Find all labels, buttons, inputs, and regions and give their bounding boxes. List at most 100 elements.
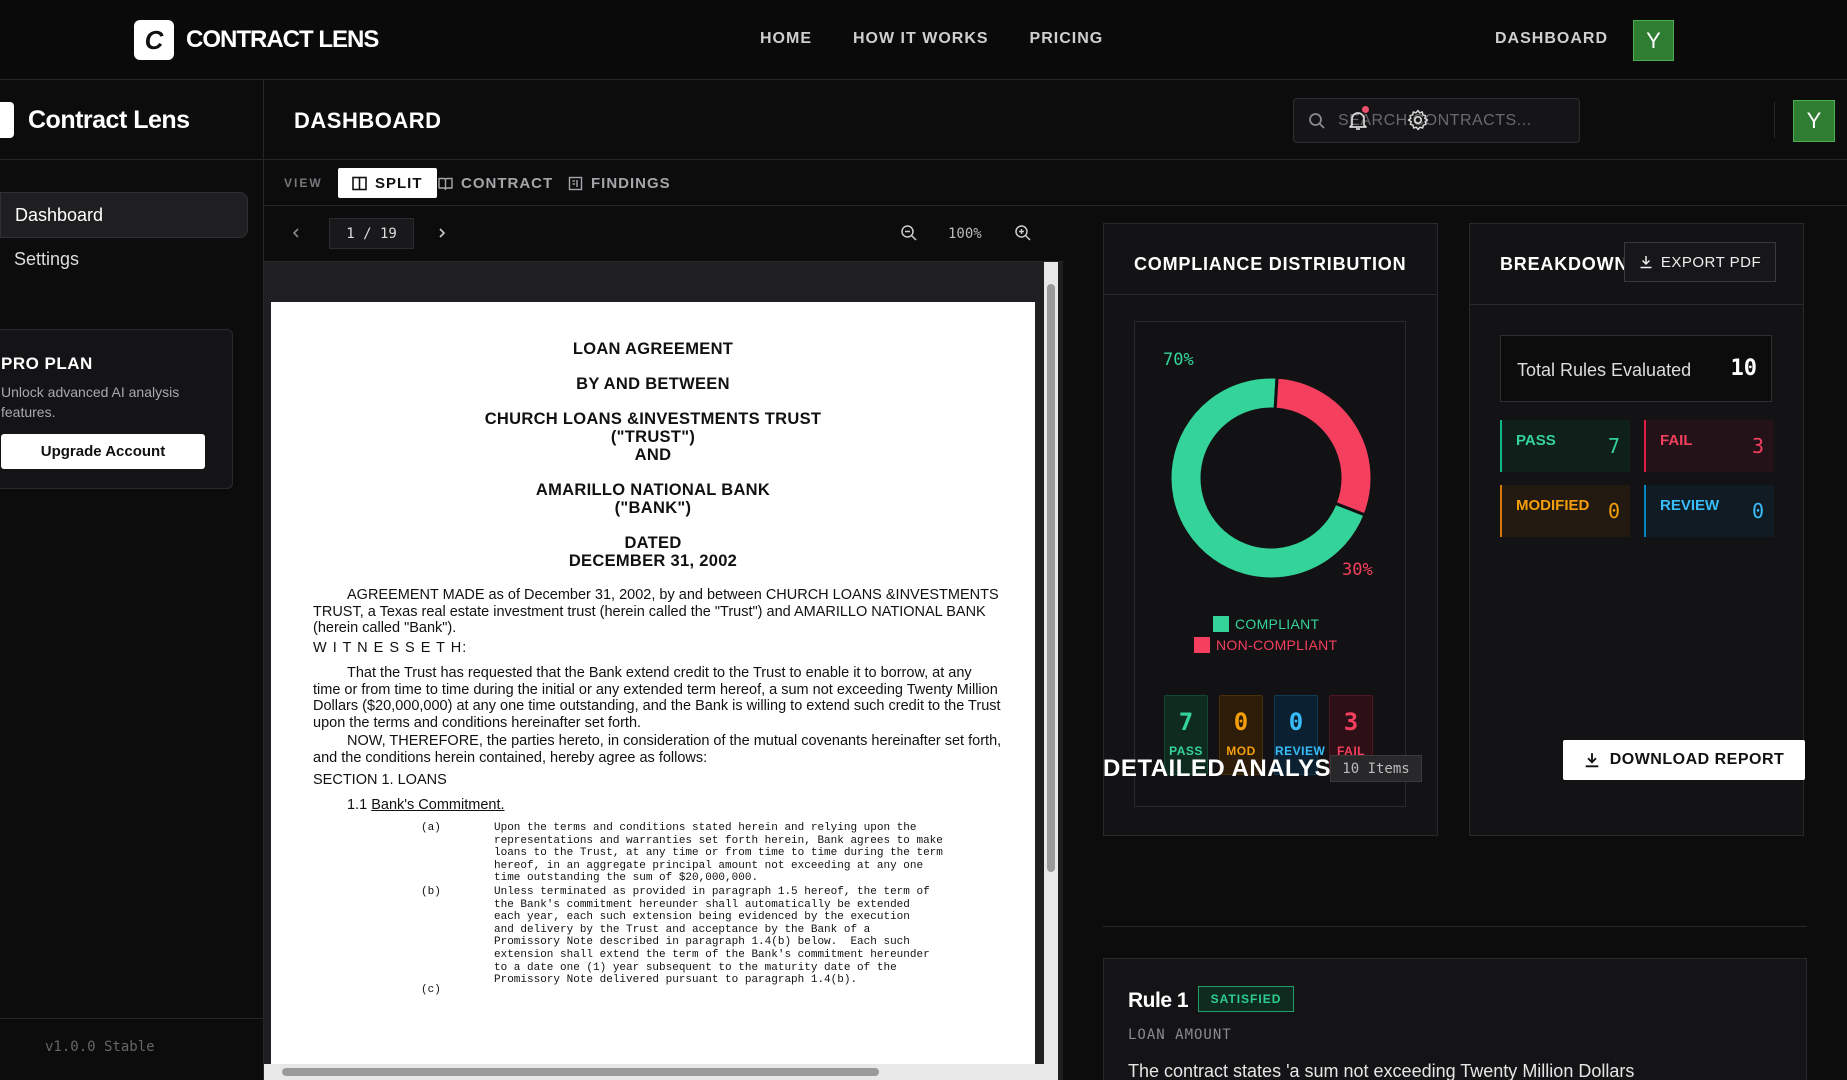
doc-subtitle: BY AND BETWEEN	[576, 375, 730, 393]
contract-page: LOAN AGREEMENT BY AND BETWEEN CHURCH LOA…	[271, 302, 1035, 1080]
doc-dated: DATED	[624, 534, 682, 552]
doc-clause-a-text: Upon the terms and conditions stated her…	[494, 822, 943, 885]
sidebar-footer: v1.0.0 Stable	[0, 1018, 264, 1080]
compliance-title: COMPLIANCE DISTRIBUTION	[1134, 254, 1407, 274]
view-contract-button[interactable]: CONTRACT	[424, 168, 567, 198]
search-icon	[1309, 113, 1325, 129]
nav-how-it-works-link[interactable]: HOW IT WORKS	[853, 30, 989, 48]
pro-plan-title: PRO PLAN	[1, 354, 93, 373]
top-navbar: C CONTRACT LENS HOME HOW IT WORKS PRICIN…	[0, 0, 1847, 80]
header-user-avatar[interactable]: Y	[1793, 100, 1835, 142]
user-avatar[interactable]: Y	[1633, 20, 1674, 61]
sidebar-title: Contract Lens	[28, 106, 190, 134]
stat-review-label: REVIEW	[1660, 497, 1720, 514]
stat-pass-label: PASS	[1516, 432, 1556, 449]
export-pdf-label: EXPORT PDF	[1660, 253, 1762, 271]
view-contract-label: CONTRACT	[461, 174, 554, 192]
nav-pricing-link[interactable]: PRICING	[1030, 30, 1104, 48]
zoom-out-icon	[901, 225, 917, 241]
view-label: VIEW	[284, 176, 323, 190]
download-report-label: DOWNLOAD REPORT	[1609, 751, 1785, 768]
card-divider	[1104, 294, 1437, 295]
view-findings-button[interactable]: FINDINGS	[554, 168, 685, 198]
non-compliant-arc	[1273, 375, 1374, 517]
pro-plan-card: PRO PLAN Unlock advanced AI analysis fea…	[0, 329, 233, 489]
main-nav: HOME HOW IT WORKS PRICING	[760, 30, 1103, 48]
stat-fail-label: FAIL	[1660, 432, 1693, 449]
chevron-left-icon	[292, 228, 299, 238]
zoom-in-icon	[1015, 225, 1031, 241]
split-view-icon	[352, 176, 367, 190]
sidebar-item-settings[interactable]: Settings	[0, 236, 248, 282]
doc-clause-b-text: Unless terminated as provided in paragra…	[494, 886, 930, 987]
chevron-right-icon	[439, 228, 446, 238]
document-pane: 1 / 19 100% LOAN AGREEMENT BY AND BETWEE…	[264, 206, 1063, 1080]
next-page-button[interactable]	[430, 221, 454, 245]
mini-fail-value: 3	[1343, 708, 1359, 736]
book-icon	[438, 177, 453, 190]
mini-review-value: 0	[1288, 708, 1304, 736]
sidebar-logo-icon	[0, 102, 14, 138]
page-indicator[interactable]: 1 / 19	[329, 218, 414, 249]
breakdown-title: BREAKDOWN	[1500, 254, 1629, 274]
header-divider	[1774, 102, 1775, 138]
horizontal-scrollbar[interactable]	[264, 1064, 1044, 1080]
brand-logo[interactable]: C CONTRACT LENS	[134, 20, 379, 60]
stat-pass: PASS 7	[1500, 420, 1630, 472]
items-count-badge: 10 Items	[1330, 755, 1422, 782]
nav-dashboard-link[interactable]: DASHBOARD	[1495, 30, 1608, 48]
upgrade-account-button[interactable]: Upgrade Account	[1, 434, 205, 469]
total-rules-box: Total Rules Evaluated 10	[1500, 335, 1772, 402]
version-label: v1.0.0 Stable	[45, 1039, 155, 1055]
card-divider	[1470, 304, 1803, 305]
rule-status-badge: SATISFIED	[1198, 986, 1294, 1012]
nav-home-link[interactable]: HOME	[760, 30, 812, 48]
compliance-distribution-card: COMPLIANCE DISTRIBUTION 70% 30% COMPLIAN…	[1103, 223, 1438, 836]
doc-clause-a-label: (a)	[421, 822, 441, 834]
download-icon	[1640, 256, 1652, 269]
search-box[interactable]	[1293, 98, 1580, 143]
vertical-scrollbar[interactable]	[1044, 262, 1058, 1080]
download-report-button[interactable]: DOWNLOAD REPORT	[1563, 740, 1805, 780]
stat-review-value: 0	[1751, 499, 1764, 523]
logo-mark-icon: C	[134, 20, 174, 60]
pro-plan-text: Unlock advanced AI analysis features.	[1, 384, 180, 420]
page-current: 1	[346, 225, 355, 242]
document-viewer[interactable]: LOAN AGREEMENT BY AND BETWEEN CHURCH LOA…	[264, 262, 1063, 1080]
prev-page-button[interactable]	[284, 221, 308, 245]
brand-name: CONTRACT LENS	[186, 26, 379, 53]
doc-party1-alias: ("TRUST")	[610, 428, 696, 446]
download-icon	[1585, 753, 1598, 768]
legend-noncompliant-label: NON-COMPLIANT	[1216, 637, 1338, 653]
noncompliant-percent-label: 30%	[1342, 560, 1373, 580]
rule-description: The contract states 'a sum not exceeding…	[1128, 1061, 1635, 1080]
zoom-out-button[interactable]	[897, 221, 921, 245]
notifications-button[interactable]	[1342, 104, 1374, 136]
mini-mod-value: 0	[1233, 708, 1249, 736]
zoom-in-button[interactable]	[1011, 221, 1035, 245]
legend-compliant-swatch	[1213, 616, 1229, 632]
rule-subject: LOAN AMOUNT	[1128, 1027, 1232, 1043]
compliant-percent-label: 70%	[1163, 350, 1194, 370]
settings-button[interactable]	[1402, 104, 1434, 136]
horizontal-scroll-thumb[interactable]	[282, 1068, 879, 1076]
page-separator: /	[363, 225, 372, 242]
doc-party1-name: CHURCH LOANS &INVESTMENTS TRUST	[484, 410, 822, 428]
sidebar-item-dashboard[interactable]: Dashboard	[0, 192, 248, 238]
detailed-analysis-title: DETAILED ANALYSIS	[1103, 755, 1355, 782]
vertical-scroll-thumb[interactable]	[1047, 284, 1055, 872]
view-findings-label: FINDINGS	[591, 174, 671, 192]
export-pdf-button[interactable]: EXPORT PDF	[1624, 242, 1776, 282]
doc-subsection-title: Bank's Commitment.	[371, 797, 505, 813]
page-total: 19	[379, 225, 397, 242]
view-split-button[interactable]: SPLIT	[338, 168, 437, 198]
legend-noncompliant: NON-COMPLIANT	[1194, 637, 1337, 653]
legend-compliant-label: COMPLIANT	[1235, 616, 1320, 632]
notification-dot	[1362, 106, 1369, 113]
legend-compliant: COMPLIANT	[1213, 616, 1319, 632]
sidebar-brand: Contract Lens	[0, 80, 264, 160]
page-title: DASHBOARD	[294, 108, 442, 133]
doc-section-heading: SECTION 1. LOANS	[313, 772, 447, 788]
stat-modified-label: MODIFIED	[1516, 497, 1590, 514]
rule-card[interactable]: Rule 1 SATISFIED LOAN AMOUNT The contrac…	[1103, 958, 1807, 1080]
